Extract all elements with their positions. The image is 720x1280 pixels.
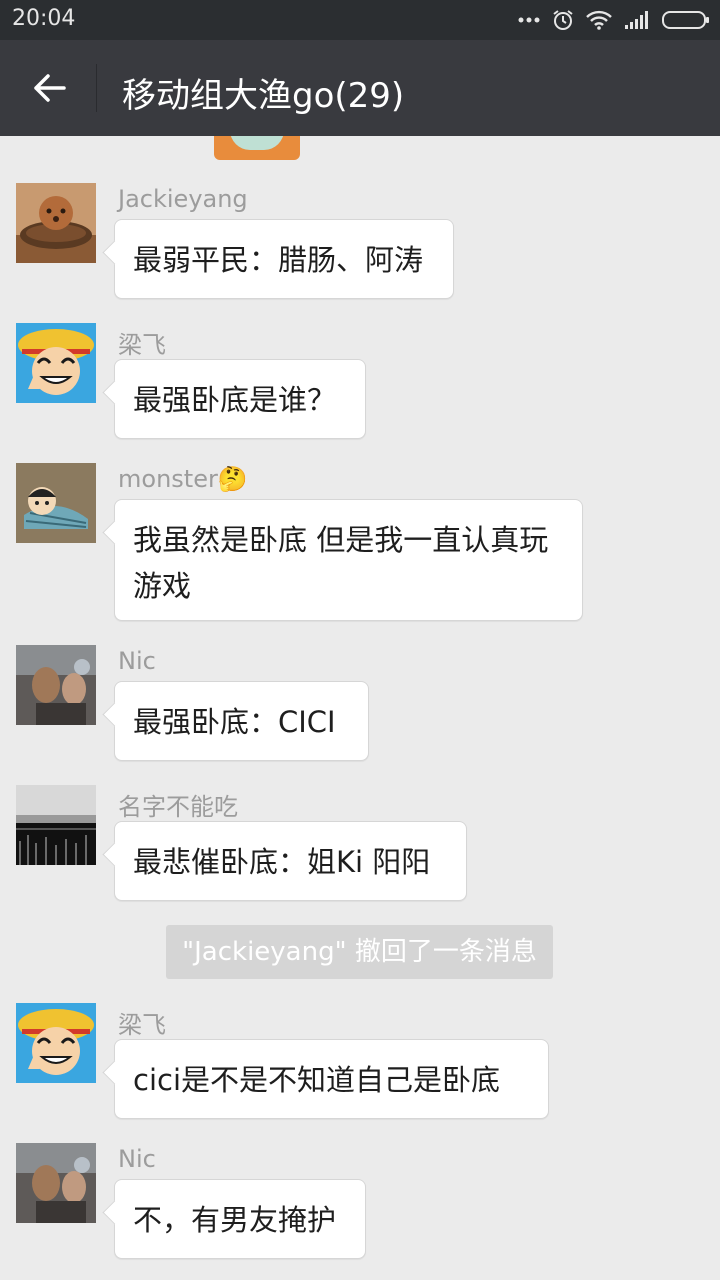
avatar[interactable] xyxy=(214,136,300,160)
back-button[interactable] xyxy=(18,62,80,114)
message-text: 最悲催卧底：姐Ki 阳阳 xyxy=(133,845,431,879)
message-bubble[interactable]: 最悲催卧底：姐Ki 阳阳 xyxy=(114,821,467,901)
message-bubble[interactable]: 最强卧底是谁？ xyxy=(114,359,366,439)
sender-name: 梁飞 xyxy=(118,1011,166,1039)
chat-title: 移动组大渔go(29) xyxy=(122,76,405,116)
chat-area[interactable]: Jackieyang 最弱平民：腊肠、阿涛 梁飞 最强卧底是谁？ monster… xyxy=(0,136,720,1280)
message-text: 最强卧底是谁？ xyxy=(133,383,337,417)
status-bar: 20:04 xyxy=(0,0,720,40)
battery-icon xyxy=(662,11,709,29)
thinking-emoji: 🤔 xyxy=(217,465,248,493)
message-text: cici是不是不知道自己是卧底 xyxy=(133,1063,501,1097)
sender-name: 名字不能吃 xyxy=(118,793,238,821)
title-divider xyxy=(96,64,97,112)
message-text: 我虽然是卧底 但是我一直认真玩游戏 xyxy=(133,523,549,603)
back-arrow-icon xyxy=(34,74,66,102)
message-text: 最弱平民：腊肠、阿涛 xyxy=(133,243,424,277)
avatar[interactable] xyxy=(16,1003,96,1083)
avatar[interactable] xyxy=(16,323,96,403)
sender-name: Nic xyxy=(118,647,156,675)
message-bubble[interactable]: 最强卧底：CICI xyxy=(114,681,369,761)
alarm-icon xyxy=(553,10,573,30)
title-bar: 移动组大渔go(29) xyxy=(0,40,720,136)
sender-name: 梁飞 xyxy=(118,331,166,359)
avatar[interactable] xyxy=(16,785,96,865)
more-dots-icon xyxy=(518,17,540,23)
message-bubble[interactable]: 最弱平民：腊肠、阿涛 xyxy=(114,219,454,299)
avatar[interactable] xyxy=(16,1143,96,1223)
message-bubble[interactable]: 不，有男友掩护 xyxy=(114,1179,366,1259)
avatar[interactable] xyxy=(16,645,96,725)
sender-name: Nic xyxy=(118,1145,156,1173)
message-text: 不，有男友掩护 xyxy=(133,1203,337,1237)
status-icons xyxy=(518,8,710,32)
sender-name: Jackieyang xyxy=(118,185,248,213)
message-text: 最强卧底：CICI xyxy=(133,705,336,739)
message-bubble[interactable]: cici是不是不知道自己是卧底 xyxy=(114,1039,549,1119)
status-time: 20:04 xyxy=(12,6,76,31)
avatar[interactable] xyxy=(16,183,96,263)
avatar[interactable] xyxy=(16,463,96,543)
message-bubble[interactable]: 我虽然是卧底 但是我一直认真玩游戏 xyxy=(114,499,583,621)
sender-name: monster🤔 xyxy=(118,465,248,493)
system-message: "Jackieyang" 撤回了一条消息 xyxy=(166,925,553,979)
signal-icon xyxy=(625,11,648,29)
wifi-icon xyxy=(586,10,612,30)
